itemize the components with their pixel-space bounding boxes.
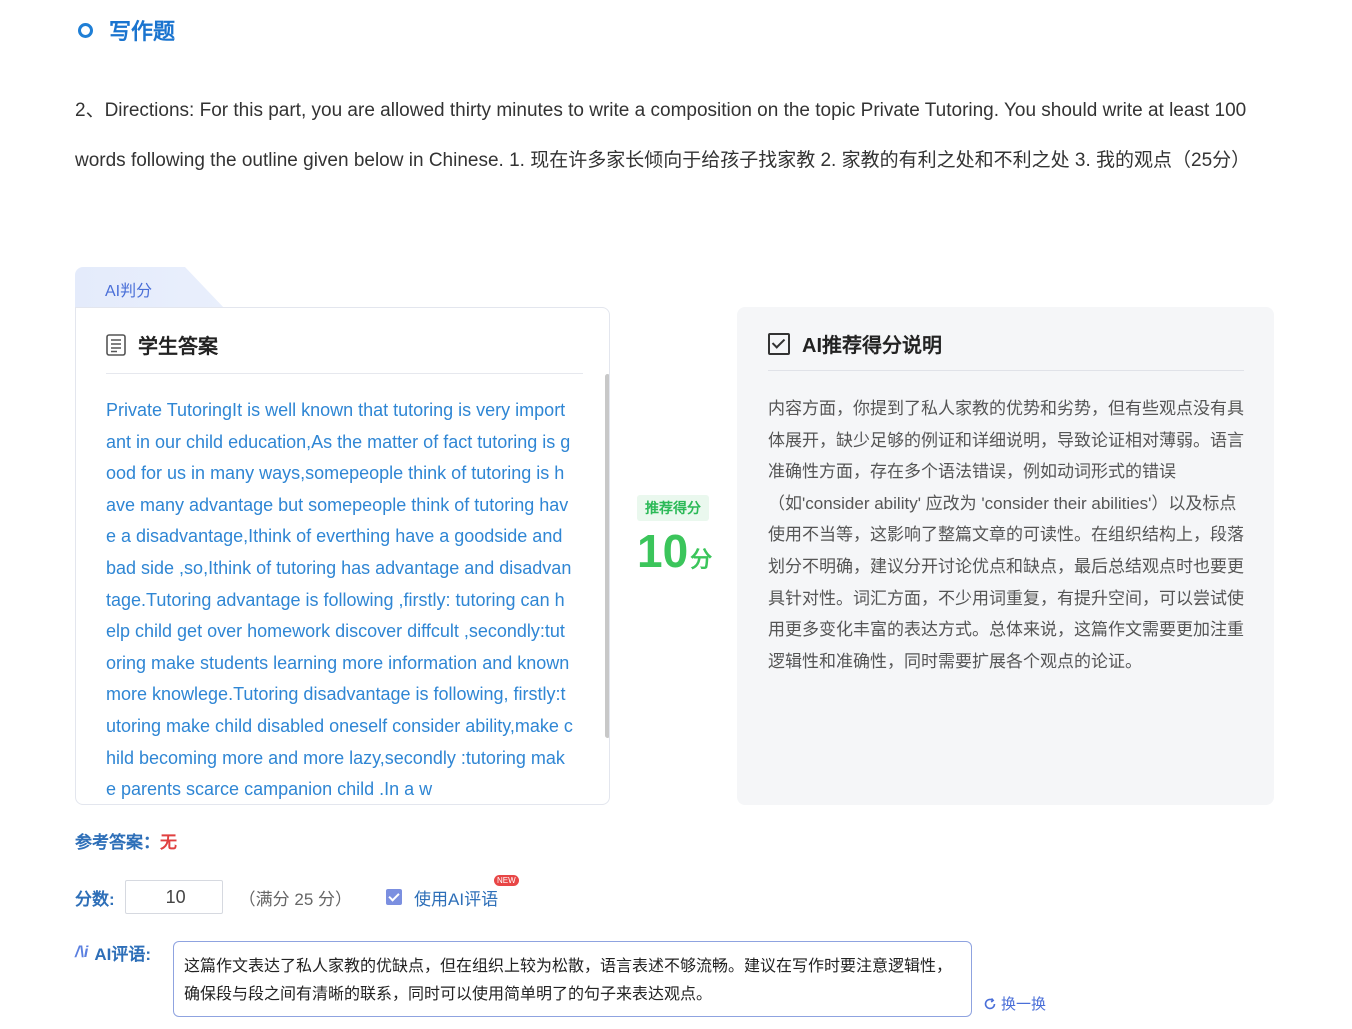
score-input[interactable]: [124, 880, 223, 914]
refresh-comment-button[interactable]: 换一换: [983, 993, 1046, 1014]
answer-scrollbar[interactable]: [605, 374, 609, 738]
use-ai-comment-label[interactable]: 使用AI评语 NEW: [414, 874, 519, 910]
ai-logo-icon: /\i: [75, 943, 89, 961]
circle-bullet-icon: [78, 22, 93, 38]
recommended-score-badge: 推荐得分: [637, 495, 709, 521]
explanation-text: 内容方面，你提到了私人家教的优势和劣势，但有些观点没有具体展开，缺少足够的例证和…: [768, 399, 1244, 671]
score-unit: 分: [690, 547, 713, 572]
student-answer-header: 学生答案: [106, 330, 218, 359]
student-answer-text: Private TutoringIt is well known that tu…: [106, 400, 573, 800]
ai-comment-label-text: AI评语:: [94, 945, 152, 964]
recommended-score-value: 10分: [637, 525, 717, 586]
recommended-score: 推荐得分 10分: [637, 495, 717, 586]
refresh-icon: [984, 997, 996, 1009]
ai-score-explanation-card: AI推荐得分说明 内容方面，你提到了私人家教的优势和劣势，但有些观点没有具体展开…: [737, 307, 1274, 805]
explanation-title: AI推荐得分说明: [802, 335, 942, 357]
ai-grading-tab[interactable]: AI判分: [75, 267, 225, 309]
ai-comment-label: /\i AI评语:: [75, 940, 151, 965]
refresh-comment-label: 换一换: [1001, 996, 1047, 1013]
new-badge: NEW: [494, 874, 519, 886]
checkbox-icon: [768, 332, 790, 355]
document-icon: [106, 333, 126, 356]
explanation-header: AI推荐得分说明: [768, 329, 942, 358]
full-score-note: （满分 25 分）: [238, 889, 353, 909]
reference-answer-label: 参考答案：: [75, 833, 160, 852]
divider: [106, 373, 583, 374]
student-answer-title: 学生答案: [138, 336, 218, 358]
reference-answer: 参考答案：无: [75, 828, 177, 853]
ai-grading-tab-label: AI判分: [105, 283, 153, 300]
section-title-text: 写作题: [109, 19, 176, 44]
section-title: 写作题: [78, 14, 175, 46]
score-row: 分数: （满分 25 分） 使用AI评语 NEW: [75, 874, 519, 915]
question-text: 2、Directions: For this part, you are all…: [75, 100, 1251, 171]
divider: [768, 370, 1244, 371]
use-ai-comment-checkbox[interactable]: [386, 889, 403, 905]
reference-answer-value: 无: [160, 833, 177, 852]
use-ai-comment-text: 使用AI评语: [414, 889, 499, 909]
ai-comment-textarea[interactable]: 这篇作文表达了私人家教的优缺点，但在组织上较为松散，语言表述不够流畅。建议在写作…: [173, 941, 972, 1017]
score-label: 分数:: [75, 889, 115, 909]
student-answer-card: 学生答案 Private TutoringIt is well known th…: [75, 307, 610, 805]
score-number: 10: [637, 525, 689, 577]
